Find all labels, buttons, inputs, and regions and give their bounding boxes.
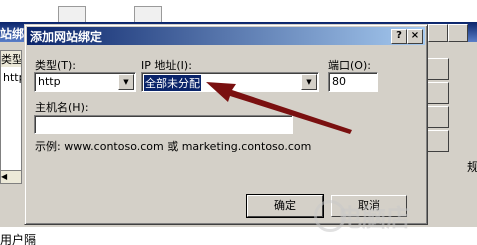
close-button[interactable]: × — [407, 29, 423, 44]
background-close-button[interactable] — [448, 24, 468, 42]
scroll-left-icon[interactable]: ◀ — [1, 172, 7, 181]
side-button-browse[interactable] — [425, 130, 449, 152]
watermark-text: 电脑店 — [338, 204, 410, 232]
dialog-title: 添加网站绑定 — [30, 30, 103, 44]
hostname-input[interactable] — [34, 115, 293, 134]
type-select[interactable]: http ▼ — [34, 72, 136, 92]
ip-address-label: IP 地址(I): — [141, 59, 192, 72]
background-help-button[interactable] — [428, 24, 448, 42]
chevron-down-icon: ▼ — [306, 78, 312, 86]
ip-address-select-value: 全部未分配 — [144, 75, 201, 91]
ip-dropdown-button[interactable]: ▼ — [301, 74, 317, 90]
help-button[interactable]: ? — [391, 29, 407, 44]
type-select-value: http — [38, 75, 61, 88]
background-window-title: 站绑 — [0, 27, 25, 41]
side-button-edit[interactable] — [425, 82, 449, 104]
side-button-remove[interactable] — [425, 106, 449, 128]
screen: 站绑 类型 http ◀ 规 用户隔 添加网站绑定 ? × 类型(T): — [0, 0, 477, 245]
close-icon: × — [410, 30, 420, 41]
chevron-down-icon: ▼ — [123, 78, 129, 86]
horizontal-scrollbar[interactable]: ◀ — [0, 170, 22, 184]
hostname-label: 主机名(H): — [35, 101, 89, 114]
list-header[interactable]: 类型 — [1, 51, 21, 67]
port-label: 端口(O): — [328, 59, 371, 72]
ok-button[interactable]: 确定 — [246, 194, 324, 218]
help-icon: ? — [396, 30, 402, 41]
background-bottom-text: 用户隔 — [0, 233, 37, 245]
list-item[interactable]: http — [3, 71, 21, 84]
hostname-example-text: 示例: www.contoso.com 或 marketing.contoso.… — [35, 140, 312, 153]
side-button-add[interactable] — [425, 58, 449, 80]
dialog-titlebar[interactable]: 添加网站绑定 ? × — [27, 27, 425, 45]
bindings-list[interactable]: 类型 http — [0, 50, 22, 172]
port-input[interactable]: 80 — [328, 72, 378, 92]
ip-address-select[interactable]: 全部未分配 ▼ — [141, 72, 319, 92]
type-label: 类型(T): — [35, 59, 77, 72]
port-input-value: 80 — [332, 75, 346, 88]
add-site-binding-dialog: 添加网站绑定 ? × 类型(T): http ▼ IP 地址(I): 全部未分配… — [24, 24, 428, 225]
background-right-text: 规 — [467, 160, 477, 174]
type-dropdown-button[interactable]: ▼ — [118, 74, 134, 90]
